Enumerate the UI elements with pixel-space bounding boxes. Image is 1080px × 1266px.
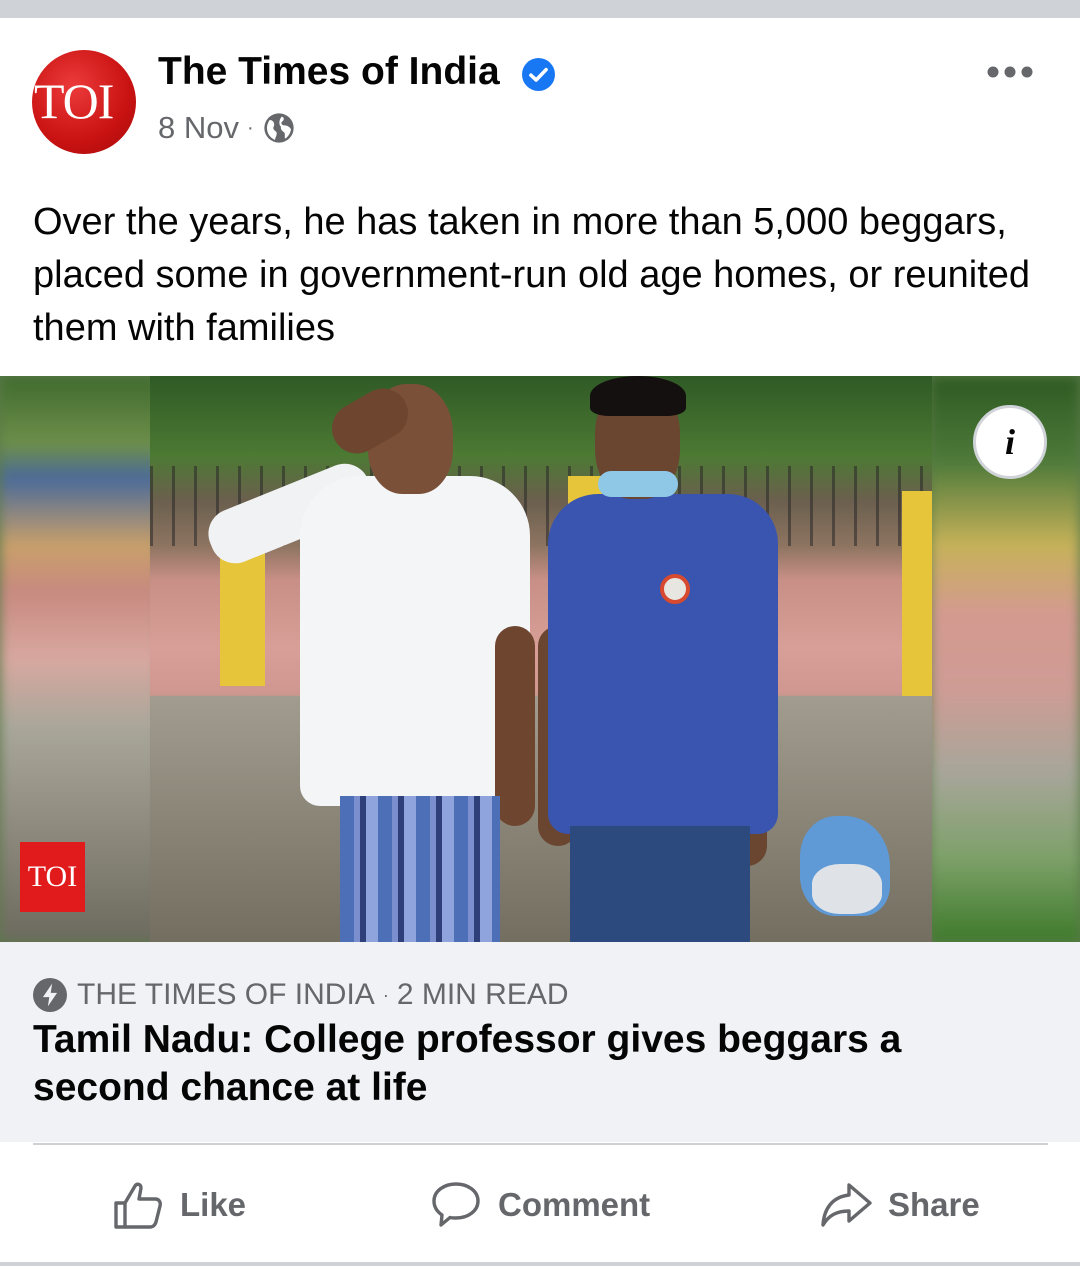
- verified-badge-icon: [522, 58, 555, 91]
- link-read-time: 2 MIN READ: [396, 978, 569, 1011]
- photo-two-men: [150, 376, 932, 942]
- toi-watermark-logo: TOI: [20, 842, 85, 912]
- page-name-link[interactable]: The Times of India: [158, 50, 500, 94]
- link-preview[interactable]: THE TIMES OF INDIA · 2 MIN READ Tamil Na…: [0, 942, 1080, 1142]
- link-meta-separator: ·: [382, 984, 389, 1005]
- photo-man1-right-arm: [495, 626, 535, 826]
- share-label: Share: [888, 1186, 980, 1223]
- photo-man2-hair: [590, 376, 686, 416]
- comment-label: Comment: [498, 1186, 651, 1223]
- share-button[interactable]: Share: [818, 1160, 980, 1250]
- image-info-button[interactable]: i: [973, 405, 1047, 479]
- instant-article-icon: [33, 978, 67, 1012]
- top-status-divider: [0, 0, 1080, 18]
- link-source: THE TIMES OF INDIA: [77, 978, 375, 1011]
- post-actions-bar: Like Comment Share: [0, 1160, 1080, 1250]
- post-caption: Over the years, he has taken in more tha…: [33, 201, 1031, 349]
- like-label: Like: [180, 1186, 247, 1223]
- post-date[interactable]: 8 Nov: [158, 110, 239, 146]
- photo-bag-white: [812, 864, 882, 914]
- post-meta: 8 Nov ·: [158, 110, 295, 146]
- photo-man1-lungi: [340, 796, 500, 942]
- speech-bubble-icon: [432, 1182, 480, 1227]
- more-options-icon[interactable]: [985, 62, 1035, 82]
- photo-man2-mask: [598, 471, 678, 497]
- page-avatar[interactable]: TOI: [32, 50, 136, 154]
- actions-divider: [33, 1143, 1048, 1145]
- photo-pillar: [902, 491, 932, 701]
- photo-man2-shirt: [548, 494, 778, 834]
- photo-man2-shirt-logo: [660, 574, 690, 604]
- photo-man2-jeans: [570, 826, 750, 942]
- avatar-logo-text: TOI: [34, 73, 114, 129]
- comment-button[interactable]: Comment: [428, 1160, 650, 1250]
- meta-separator: ·: [246, 116, 254, 139]
- thumbs-up-icon: [114, 1182, 162, 1229]
- bottom-divider: [0, 1262, 1080, 1266]
- post-image[interactable]: i TOI: [0, 376, 1080, 942]
- globe-icon[interactable]: [263, 112, 295, 144]
- share-arrow-icon: [821, 1183, 872, 1227]
- link-title[interactable]: Tamil Nadu: College professor gives begg…: [33, 1016, 1033, 1112]
- link-meta: THE TIMES OF INDIA · 2 MIN READ: [33, 978, 569, 1012]
- photo-pillar: [220, 546, 265, 686]
- like-button[interactable]: Like: [110, 1160, 246, 1250]
